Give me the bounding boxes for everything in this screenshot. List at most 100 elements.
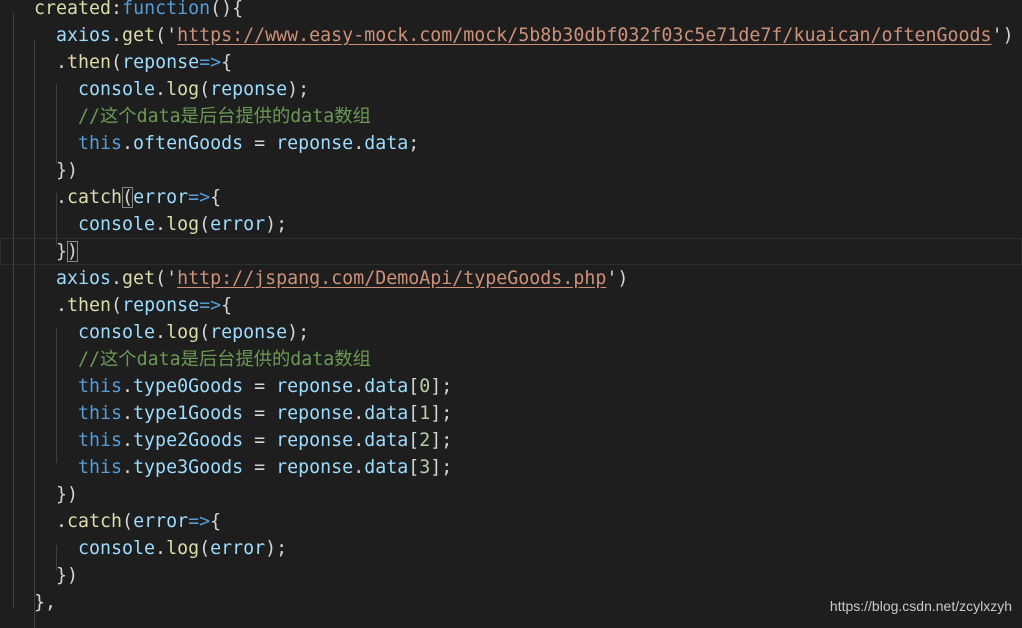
code-token: } — [56, 241, 68, 262]
code-token: = — [243, 457, 277, 478]
code-token: [ — [408, 403, 420, 424]
code-token: this — [78, 403, 123, 424]
code-token: ( — [199, 79, 211, 100]
code-token: . — [111, 268, 123, 289]
code-token: ') — [606, 268, 629, 289]
code-token: catch — [67, 511, 123, 532]
code-token: . — [122, 376, 134, 397]
code-token: created — [34, 0, 112, 19]
code-token: oftenGoods — [133, 133, 244, 154]
code-token: 3 — [419, 457, 431, 478]
code-line[interactable]: }) — [0, 238, 1022, 265]
code-token: reponse — [276, 133, 354, 154]
code-token: = — [243, 376, 277, 397]
code-editor[interactable]: created:function(){axios.get('https://ww… — [0, 0, 1022, 628]
code-token: function — [122, 0, 211, 19]
code-token: = — [243, 430, 277, 451]
code-token: log — [166, 538, 200, 559]
code-token: . — [353, 133, 365, 154]
code-token: ]; — [430, 457, 453, 478]
code-line[interactable]: }) — [0, 481, 1022, 508]
code-line[interactable]: this.type2Goods = reponse.data[2]; — [0, 427, 1022, 454]
code-line[interactable]: .catch(error=>{ — [0, 508, 1022, 535]
code-token: type1Goods — [133, 403, 244, 424]
code-token: [ — [408, 376, 420, 397]
code-line[interactable]: }) — [0, 157, 1022, 184]
code-token: log — [166, 322, 200, 343]
code-line[interactable]: .then(reponse=>{ — [0, 292, 1022, 319]
code-line[interactable]: created:function(){ — [0, 0, 1022, 22]
code-token: reponse — [122, 295, 200, 316]
code-token: reponse — [276, 376, 354, 397]
code-token: [ — [408, 457, 420, 478]
code-token: reponse — [210, 322, 288, 343]
code-token: then — [67, 52, 112, 73]
code-line[interactable]: this.type0Goods = reponse.data[0]; — [0, 373, 1022, 400]
code-token: ( — [199, 214, 211, 235]
code-line[interactable]: axios.get('https://www.easy-mock.com/moc… — [0, 22, 1022, 49]
code-token: . — [56, 52, 68, 73]
code-token: { — [221, 295, 233, 316]
code-token: }) — [56, 160, 79, 181]
code-line[interactable]: console.log(error); — [0, 211, 1022, 238]
code-token: this — [78, 133, 123, 154]
code-token: get — [122, 25, 156, 46]
code-token: => — [199, 295, 222, 316]
code-token: . — [111, 25, 123, 46]
code-line[interactable]: this.type1Goods = reponse.data[1]; — [0, 400, 1022, 427]
code-token: . — [56, 295, 68, 316]
code-token: ( — [111, 295, 123, 316]
code-token: log — [166, 79, 200, 100]
code-token: ; — [408, 133, 420, 154]
code-token: error — [210, 538, 266, 559]
code-token: error — [210, 214, 266, 235]
code-token: [ — [408, 430, 420, 451]
code-token: { — [210, 511, 222, 532]
code-token: reponse — [276, 457, 354, 478]
code-token: (){ — [210, 0, 244, 19]
code-token: data — [364, 376, 409, 397]
code-line[interactable]: console.log(error); — [0, 535, 1022, 562]
code-token: data — [364, 403, 409, 424]
code-token: ]; — [430, 430, 453, 451]
code-comment: //这个data是后台提供的data数组 — [78, 106, 371, 127]
code-token: . — [155, 538, 167, 559]
code-token: catch — [67, 187, 123, 208]
code-token: }) — [56, 565, 79, 586]
code-token: ); — [265, 214, 288, 235]
code-token: console — [78, 79, 156, 100]
code-token: }) — [56, 484, 79, 505]
code-line[interactable]: this.type3Goods = reponse.data[3]; — [0, 454, 1022, 481]
code-token: . — [353, 376, 365, 397]
code-token: . — [122, 430, 134, 451]
code-line[interactable]: }) — [0, 562, 1022, 589]
code-line[interactable]: .then(reponse=>{ — [0, 49, 1022, 76]
code-token: data — [364, 133, 409, 154]
code-token: reponse — [122, 52, 200, 73]
code-line[interactable]: .catch(error=>{ — [0, 184, 1022, 211]
code-token: => — [199, 52, 222, 73]
url-string: http://jspang.com/DemoApi/typeGoods.php — [177, 268, 607, 289]
code-token: console — [78, 538, 156, 559]
code-token: error — [133, 511, 189, 532]
code-token: 0 — [419, 376, 431, 397]
code-token: console — [78, 322, 156, 343]
code-token: axios — [56, 25, 112, 46]
code-token: type0Goods — [133, 376, 244, 397]
code-token: (' — [155, 268, 178, 289]
code-token: ( — [111, 52, 123, 73]
code-token: ') — [991, 25, 1014, 46]
code-line[interactable]: //这个data是后台提供的data数组 — [0, 103, 1022, 130]
code-token: . — [353, 403, 365, 424]
code-line[interactable]: console.log(reponse); — [0, 76, 1022, 103]
code-line[interactable]: this.oftenGoods = reponse.data; — [0, 130, 1022, 157]
code-token: error — [133, 187, 189, 208]
code-token: ]; — [430, 403, 453, 424]
code-line[interactable]: axios.get('http://jspang.com/DemoApi/typ… — [0, 265, 1022, 292]
code-token: = — [243, 133, 277, 154]
code-token: }, — [34, 592, 57, 613]
code-line[interactable]: console.log(reponse); — [0, 319, 1022, 346]
code-token: data — [364, 430, 409, 451]
code-line[interactable]: //这个data是后台提供的data数组 — [0, 346, 1022, 373]
code-token: get — [122, 268, 156, 289]
